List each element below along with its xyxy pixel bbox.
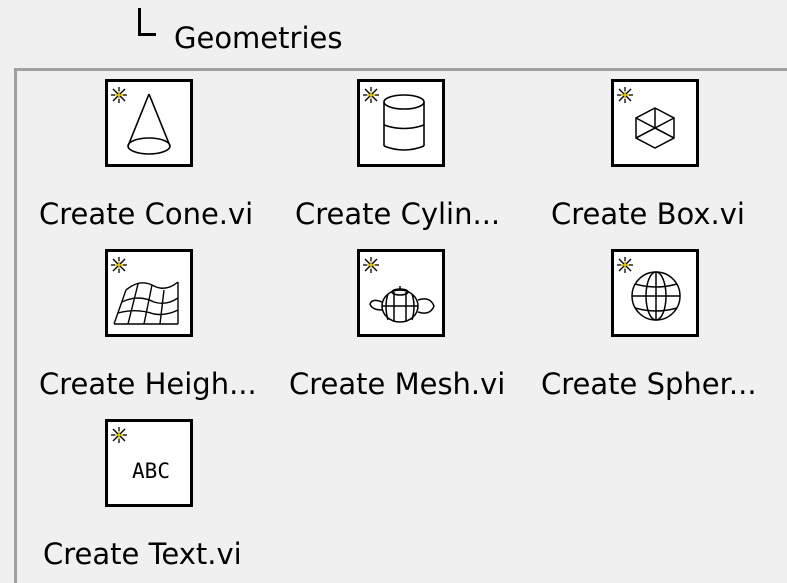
heightfield-icon[interactable] bbox=[105, 249, 193, 337]
mesh-icon-graphic bbox=[363, 257, 435, 323]
palette-item-create-cylinder[interactable]: Create Cylin... bbox=[293, 79, 543, 245]
cylinder-icon[interactable] bbox=[357, 79, 445, 167]
palette-item-create-sphere[interactable]: Create Spher... bbox=[539, 249, 787, 415]
box-icon-graphic bbox=[617, 87, 675, 149]
heightfield-icon-graphic bbox=[111, 257, 179, 325]
palette-panel: Create Cone.vi Create Cylin... Create Bo… bbox=[14, 68, 787, 583]
item-label: Create Cone.vi bbox=[39, 197, 254, 231]
item-label: Create Heigh... bbox=[39, 367, 257, 401]
item-label: Create Cylin... bbox=[295, 197, 501, 231]
palette-item-create-heightfield[interactable]: Create Heigh... bbox=[37, 249, 287, 415]
palette-item-create-mesh[interactable]: Create Mesh.vi bbox=[287, 249, 537, 415]
palette-item-create-cone[interactable]: Create Cone.vi bbox=[37, 79, 287, 245]
text-icon[interactable]: ABC bbox=[105, 419, 193, 507]
item-label: Create Mesh.vi bbox=[289, 367, 506, 401]
cylinder-icon-graphic bbox=[363, 87, 425, 151]
section-title: Geometries bbox=[174, 21, 343, 55]
sphere-icon[interactable] bbox=[611, 249, 699, 337]
geometries-palette-window: Geometries Create Cone.vi Create Cylin..… bbox=[0, 0, 787, 583]
palette-item-create-text[interactable]: ABC Create Text.vi bbox=[37, 419, 287, 583]
cone-icon[interactable] bbox=[105, 79, 193, 167]
icon-text-abc: ABC bbox=[132, 459, 170, 483]
text-icon-graphic: ABC bbox=[111, 427, 170, 483]
tree-connector-line bbox=[138, 8, 156, 36]
item-label: Create Text.vi bbox=[43, 537, 242, 571]
palette-item-create-box[interactable]: Create Box.vi bbox=[549, 79, 787, 245]
item-label: Create Box.vi bbox=[551, 197, 745, 231]
mesh-icon[interactable] bbox=[357, 249, 445, 337]
box-icon[interactable] bbox=[611, 79, 699, 167]
cone-icon-graphic bbox=[111, 87, 171, 155]
item-label: Create Spher... bbox=[541, 367, 757, 401]
sphere-icon-graphic bbox=[617, 257, 681, 321]
